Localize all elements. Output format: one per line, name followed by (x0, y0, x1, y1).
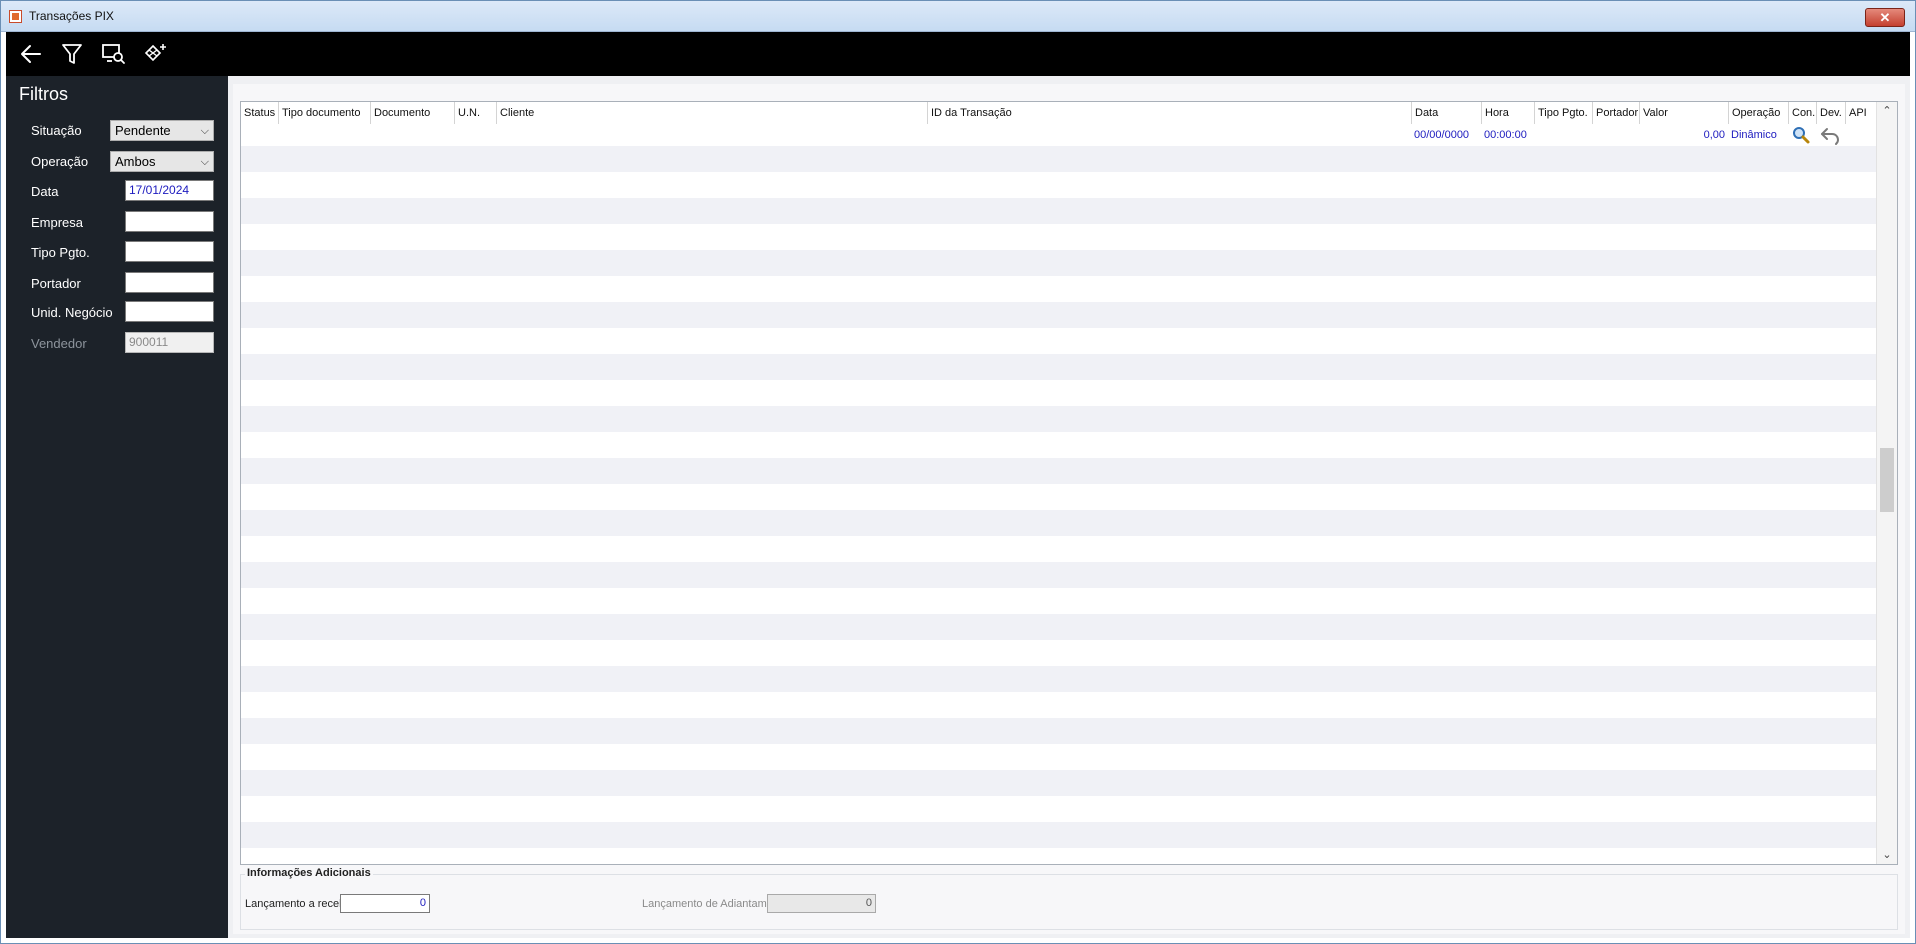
chevron-down-icon: ⌵ (200, 125, 209, 137)
row-stripe (241, 406, 1877, 432)
additional-info-title: Informações Adicionais (245, 867, 373, 879)
data-field[interactable]: 17/01/2024 (125, 180, 214, 201)
operacao-select[interactable]: Ambos ⌵ (110, 151, 214, 172)
row-stripe (241, 510, 1877, 536)
situacao-label: Situação (31, 123, 82, 138)
cell-hora: 00:00:00 (1484, 129, 1527, 141)
filters-panel: Filtros Situação Pendente ⌵ Operação Amb… (6, 76, 228, 938)
vendedor-label: Vendedor (31, 336, 87, 351)
app-window: Transações PIX ✕ Filtros Situação Penden… (0, 0, 1916, 944)
filter-button[interactable] (57, 40, 87, 68)
close-button[interactable]: ✕ (1865, 8, 1905, 27)
col-tipo-pgto[interactable]: Tipo Pgto. (1534, 102, 1592, 124)
title-bar: Transações PIX ✕ (1, 1, 1915, 32)
row-stripe (241, 354, 1877, 380)
col-operacao[interactable]: Operação (1728, 102, 1788, 124)
pix-add-icon (144, 44, 166, 62)
col-con[interactable]: Con. (1788, 102, 1816, 124)
scroll-down-icon[interactable]: ⌄ (1877, 846, 1897, 864)
filters-title: Filtros (19, 84, 68, 104)
operacao-value: Ambos (115, 154, 156, 169)
tipo-pgto-field[interactable] (125, 241, 214, 262)
lancamento-receber-label: Lançamento a receber (245, 898, 356, 910)
row-stripe (241, 770, 1877, 796)
cell-data: 00/00/0000 (1414, 129, 1470, 141)
situacao-select[interactable]: Pendente ⌵ (110, 120, 214, 141)
cell-valor: 0,00 (1703, 129, 1725, 141)
toolbar (6, 32, 1910, 76)
data-label: Data (31, 184, 59, 199)
vertical-scrollbar[interactable]: ⌃ ⌄ (1876, 102, 1897, 864)
magnifier-icon[interactable] (1791, 125, 1811, 147)
cell-operacao: Dinâmico (1731, 129, 1777, 141)
screen-search-icon (102, 44, 125, 64)
window-title: Transações PIX (29, 9, 114, 23)
empresa-field[interactable] (125, 211, 214, 232)
transactions-grid: Status Tipo documento Documento U.N. Cli… (240, 101, 1898, 865)
row-stripe (241, 718, 1877, 744)
screen-search-button[interactable] (98, 40, 128, 68)
row-stripe (241, 458, 1877, 484)
col-dev[interactable]: Dev. (1816, 102, 1845, 124)
table-row[interactable]: 00/00/0000 00:00:00 0,00 Dinâmico (241, 124, 1877, 146)
col-id-transacao[interactable]: ID da Transação (927, 102, 1411, 124)
pix-add-button[interactable] (139, 40, 169, 68)
row-stripe (241, 666, 1877, 692)
portador-field[interactable] (125, 272, 214, 293)
tipo-pgto-label: Tipo Pgto. (31, 245, 90, 260)
grid-header: Status Tipo documento Documento U.N. Cli… (241, 102, 1877, 124)
lancamento-adiantamento-field: 0 (767, 894, 876, 913)
col-cliente[interactable]: Cliente (496, 102, 927, 124)
row-stripe (241, 562, 1877, 588)
portador-label: Portador (31, 276, 81, 291)
col-documento[interactable]: Documento (370, 102, 454, 124)
row-stripe (241, 146, 1877, 172)
situacao-value: Pendente (115, 123, 171, 138)
col-tipo-documento[interactable]: Tipo documento (278, 102, 370, 124)
back-arrow-icon (21, 45, 41, 63)
scroll-thumb[interactable] (1880, 448, 1894, 512)
row-stripe (241, 198, 1877, 224)
row-stripe (241, 250, 1877, 276)
col-valor[interactable]: Valor (1639, 102, 1728, 124)
unid-negocio-field[interactable] (125, 301, 214, 322)
row-stripe (241, 302, 1877, 328)
back-button[interactable] (16, 40, 46, 68)
col-un[interactable]: U.N. (454, 102, 496, 124)
undo-icon[interactable] (1819, 125, 1841, 147)
content-panel: Status Tipo documento Documento U.N. Cli… (233, 84, 1905, 934)
row-stripe (241, 614, 1877, 640)
row-stripe (241, 822, 1877, 848)
main-area: Status Tipo documento Documento U.N. Cli… (228, 76, 1910, 938)
additional-info-group: Informações Adicionais Lançamento a rece… (240, 867, 1898, 930)
col-data[interactable]: Data (1411, 102, 1481, 124)
app-icon (9, 10, 22, 23)
empresa-label: Empresa (31, 215, 84, 230)
filter-icon (62, 44, 82, 64)
vendedor-field: 900011 (125, 332, 214, 353)
col-hora[interactable]: Hora (1481, 102, 1534, 124)
col-portador[interactable]: Portador (1592, 102, 1639, 124)
chevron-down-icon: ⌵ (200, 156, 209, 168)
unid-negocio-label: Unid. Negócio (31, 305, 113, 320)
lancamento-receber-field[interactable]: 0 (340, 894, 430, 913)
col-api[interactable]: API (1845, 102, 1877, 124)
operacao-label: Operação (31, 154, 89, 169)
col-status[interactable]: Status (241, 102, 278, 124)
scroll-up-icon[interactable]: ⌃ (1877, 102, 1897, 120)
